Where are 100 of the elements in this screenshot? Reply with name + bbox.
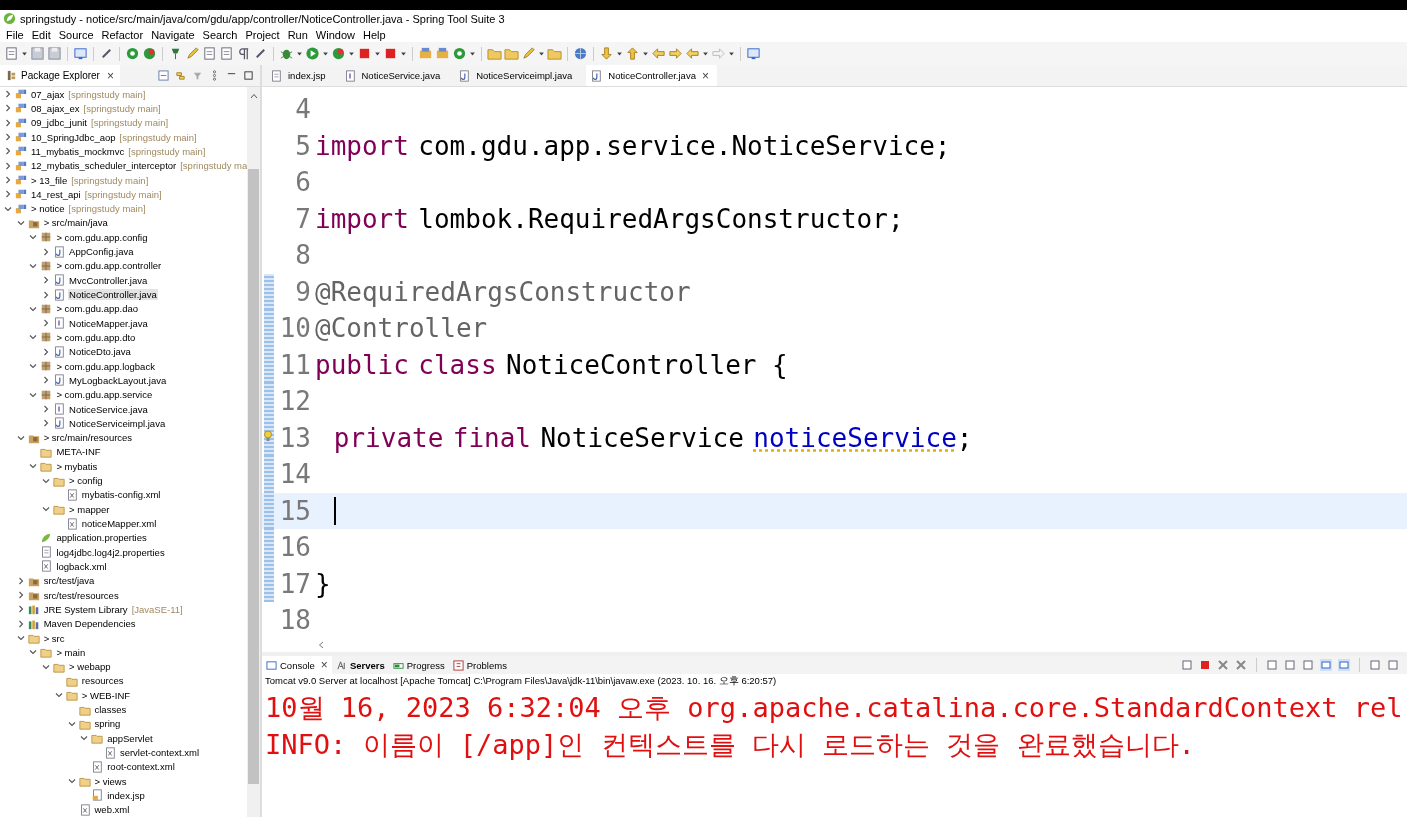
stop-icon[interactable]	[1199, 659, 1211, 671]
refresh-icon[interactable]	[142, 46, 157, 61]
console-tab[interactable]: Progress	[388, 656, 449, 674]
tree-item[interactable]: logback.xml	[55, 560, 108, 572]
tree-item[interactable]: 08_ajax_ex	[30, 102, 81, 114]
tree-item[interactable]: MvcController.java	[68, 274, 149, 286]
view-tab[interactable]: Package Explorer ×	[0, 65, 120, 86]
maximize-icon[interactable]	[243, 70, 254, 81]
tree-item[interactable]: 11_mybatis_mockmvc	[30, 145, 126, 157]
tree-item[interactable]: > src/main/resources	[42, 432, 134, 444]
paragraph-icon[interactable]	[236, 46, 251, 61]
document-icon[interactable]	[202, 46, 217, 61]
tree-item[interactable]: > views	[93, 775, 128, 787]
tree-item[interactable]: root-context.xml	[106, 761, 176, 773]
forward-edit-icon[interactable]	[668, 46, 683, 61]
scroll-lock-icon[interactable]	[1266, 659, 1278, 671]
run-icon[interactable]	[305, 46, 320, 61]
tree-item[interactable]: NoticeService.java	[68, 403, 149, 415]
tree-item[interactable]: spring	[93, 718, 122, 730]
tree-item[interactable]: resources	[80, 675, 125, 687]
scroll-up-icon[interactable]	[249, 93, 258, 99]
tree-item[interactable]: 07_ajax	[30, 88, 66, 100]
editor-tab[interactable]: index.jsp	[266, 65, 340, 86]
tree-item[interactable]: NoticeMapper.java	[68, 317, 149, 329]
menu-item[interactable]: File	[2, 28, 28, 41]
tree-item[interactable]: NoticeDto.java	[68, 346, 132, 358]
tree-item[interactable]: > com.gdu.app.logback	[55, 360, 156, 372]
menu-item[interactable]: Source	[54, 28, 98, 41]
tree-item[interactable]: NoticeController.java	[68, 289, 158, 301]
remove-all-icon[interactable]	[1235, 659, 1247, 671]
tree-item[interactable]: > src	[42, 632, 66, 644]
editor-tab[interactable]: NoticeService.java	[339, 65, 455, 86]
monitor-icon[interactable]	[1387, 659, 1399, 671]
tree-item[interactable]: > com.gdu.app.config	[55, 231, 149, 243]
tree-item[interactable]: classes	[93, 704, 128, 716]
power-icon[interactable]	[125, 46, 140, 61]
tree-item[interactable]: > mapper	[68, 503, 111, 515]
editor-tab[interactable]: NoticeServiceimpl.java	[454, 65, 587, 86]
menu-item[interactable]: Navigate	[147, 28, 199, 41]
tree-item[interactable]: > com.gdu.app.dto	[55, 331, 137, 343]
menu-item[interactable]: Refactor	[97, 28, 148, 41]
tree-item[interactable]: JRE System Library	[42, 603, 129, 615]
server-icon[interactable]	[383, 46, 398, 61]
new-project-icon[interactable]	[418, 46, 433, 61]
clear-icon[interactable]	[1302, 659, 1314, 671]
new-package-icon[interactable]	[435, 46, 450, 61]
menu-item[interactable]: Run	[283, 28, 312, 41]
tree-item[interactable]: mybatis-config.xml	[80, 489, 162, 501]
console-tab[interactable]: Problems	[448, 656, 511, 674]
tree-item[interactable]: > mybatis	[55, 460, 99, 472]
tree-item[interactable]: > src/main/java	[42, 217, 109, 229]
scroll-left-icon[interactable]	[318, 640, 324, 649]
tree-item[interactable]: > notice	[30, 203, 66, 215]
run-config-icon[interactable]	[331, 46, 346, 61]
tree-item[interactable]: > main	[55, 646, 87, 658]
tree-item[interactable]: MyLogbackLayout.java	[68, 374, 168, 386]
globe-icon[interactable]	[573, 46, 588, 61]
tree-item[interactable]: application.properties	[55, 532, 148, 544]
console-tab[interactable]: Console ×	[262, 656, 332, 674]
open-console-icon[interactable]	[1369, 659, 1381, 671]
tree-item[interactable]: > config	[68, 475, 104, 487]
tree-item[interactable]: AppConfig.java	[68, 246, 135, 258]
tree-item[interactable]: > com.gdu.app.controller	[55, 260, 163, 272]
collapse-all-icon[interactable]	[158, 70, 169, 81]
tree-item[interactable]: src/test/resources	[42, 589, 120, 601]
editor-tab[interactable]: NoticeController.java ×	[586, 65, 717, 86]
new-class-icon[interactable]	[452, 46, 467, 61]
tree-item[interactable]: > com.gdu.app.dao	[55, 303, 139, 315]
tree-item[interactable]: Maven Dependencies	[42, 618, 137, 630]
menu-item[interactable]: Help	[359, 28, 390, 41]
list-icon[interactable]	[219, 46, 234, 61]
tree-item[interactable]: NoticeServiceimpl.java	[68, 417, 167, 429]
tree-item[interactable]: > webapp	[68, 661, 112, 673]
tree-item[interactable]: log4jdbc.log4j2.properties	[55, 546, 166, 558]
tree-item[interactable]: servlet-context.xml	[118, 747, 201, 759]
tree-item[interactable]: 10_SpringJdbc_aop	[30, 131, 117, 143]
menu-item[interactable]: Project	[241, 28, 284, 41]
menu-item[interactable]: Window	[311, 28, 359, 41]
pencil-icon[interactable]	[185, 46, 200, 61]
tree-item[interactable]: noticeMapper.xml	[80, 518, 158, 530]
display-icon[interactable]	[1320, 659, 1332, 671]
console-tab[interactable]: Servers	[331, 656, 389, 674]
tree-item[interactable]: 12_mybatis_scheduler_interceptor	[30, 160, 178, 172]
tree-item[interactable]: web.xml	[93, 804, 131, 816]
tree-item[interactable]: index.jsp	[106, 789, 146, 801]
stop-icon[interactable]	[357, 46, 372, 61]
menu-item[interactable]: Search	[198, 28, 242, 41]
word-wrap-icon[interactable]	[1284, 659, 1296, 671]
remove-icon[interactable]	[1217, 659, 1229, 671]
link-editor-icon[interactable]	[175, 70, 186, 81]
tree-item[interactable]: > com.gdu.app.service	[55, 389, 154, 401]
tree-item[interactable]: > 13_file	[30, 174, 69, 186]
tree-item[interactable]: 14_rest_api	[30, 188, 82, 200]
lightbulb-icon[interactable]	[263, 429, 273, 442]
tree-item[interactable]: src/test/java	[42, 575, 96, 587]
tree-item[interactable]: > WEB-INF	[80, 689, 132, 701]
close-icon[interactable]: ×	[320, 658, 328, 672]
tree-item[interactable]: META-INF	[55, 446, 102, 458]
pin-console-icon[interactable]	[1338, 659, 1350, 671]
tree-item[interactable]: 09_jdbc_junit	[30, 117, 88, 129]
